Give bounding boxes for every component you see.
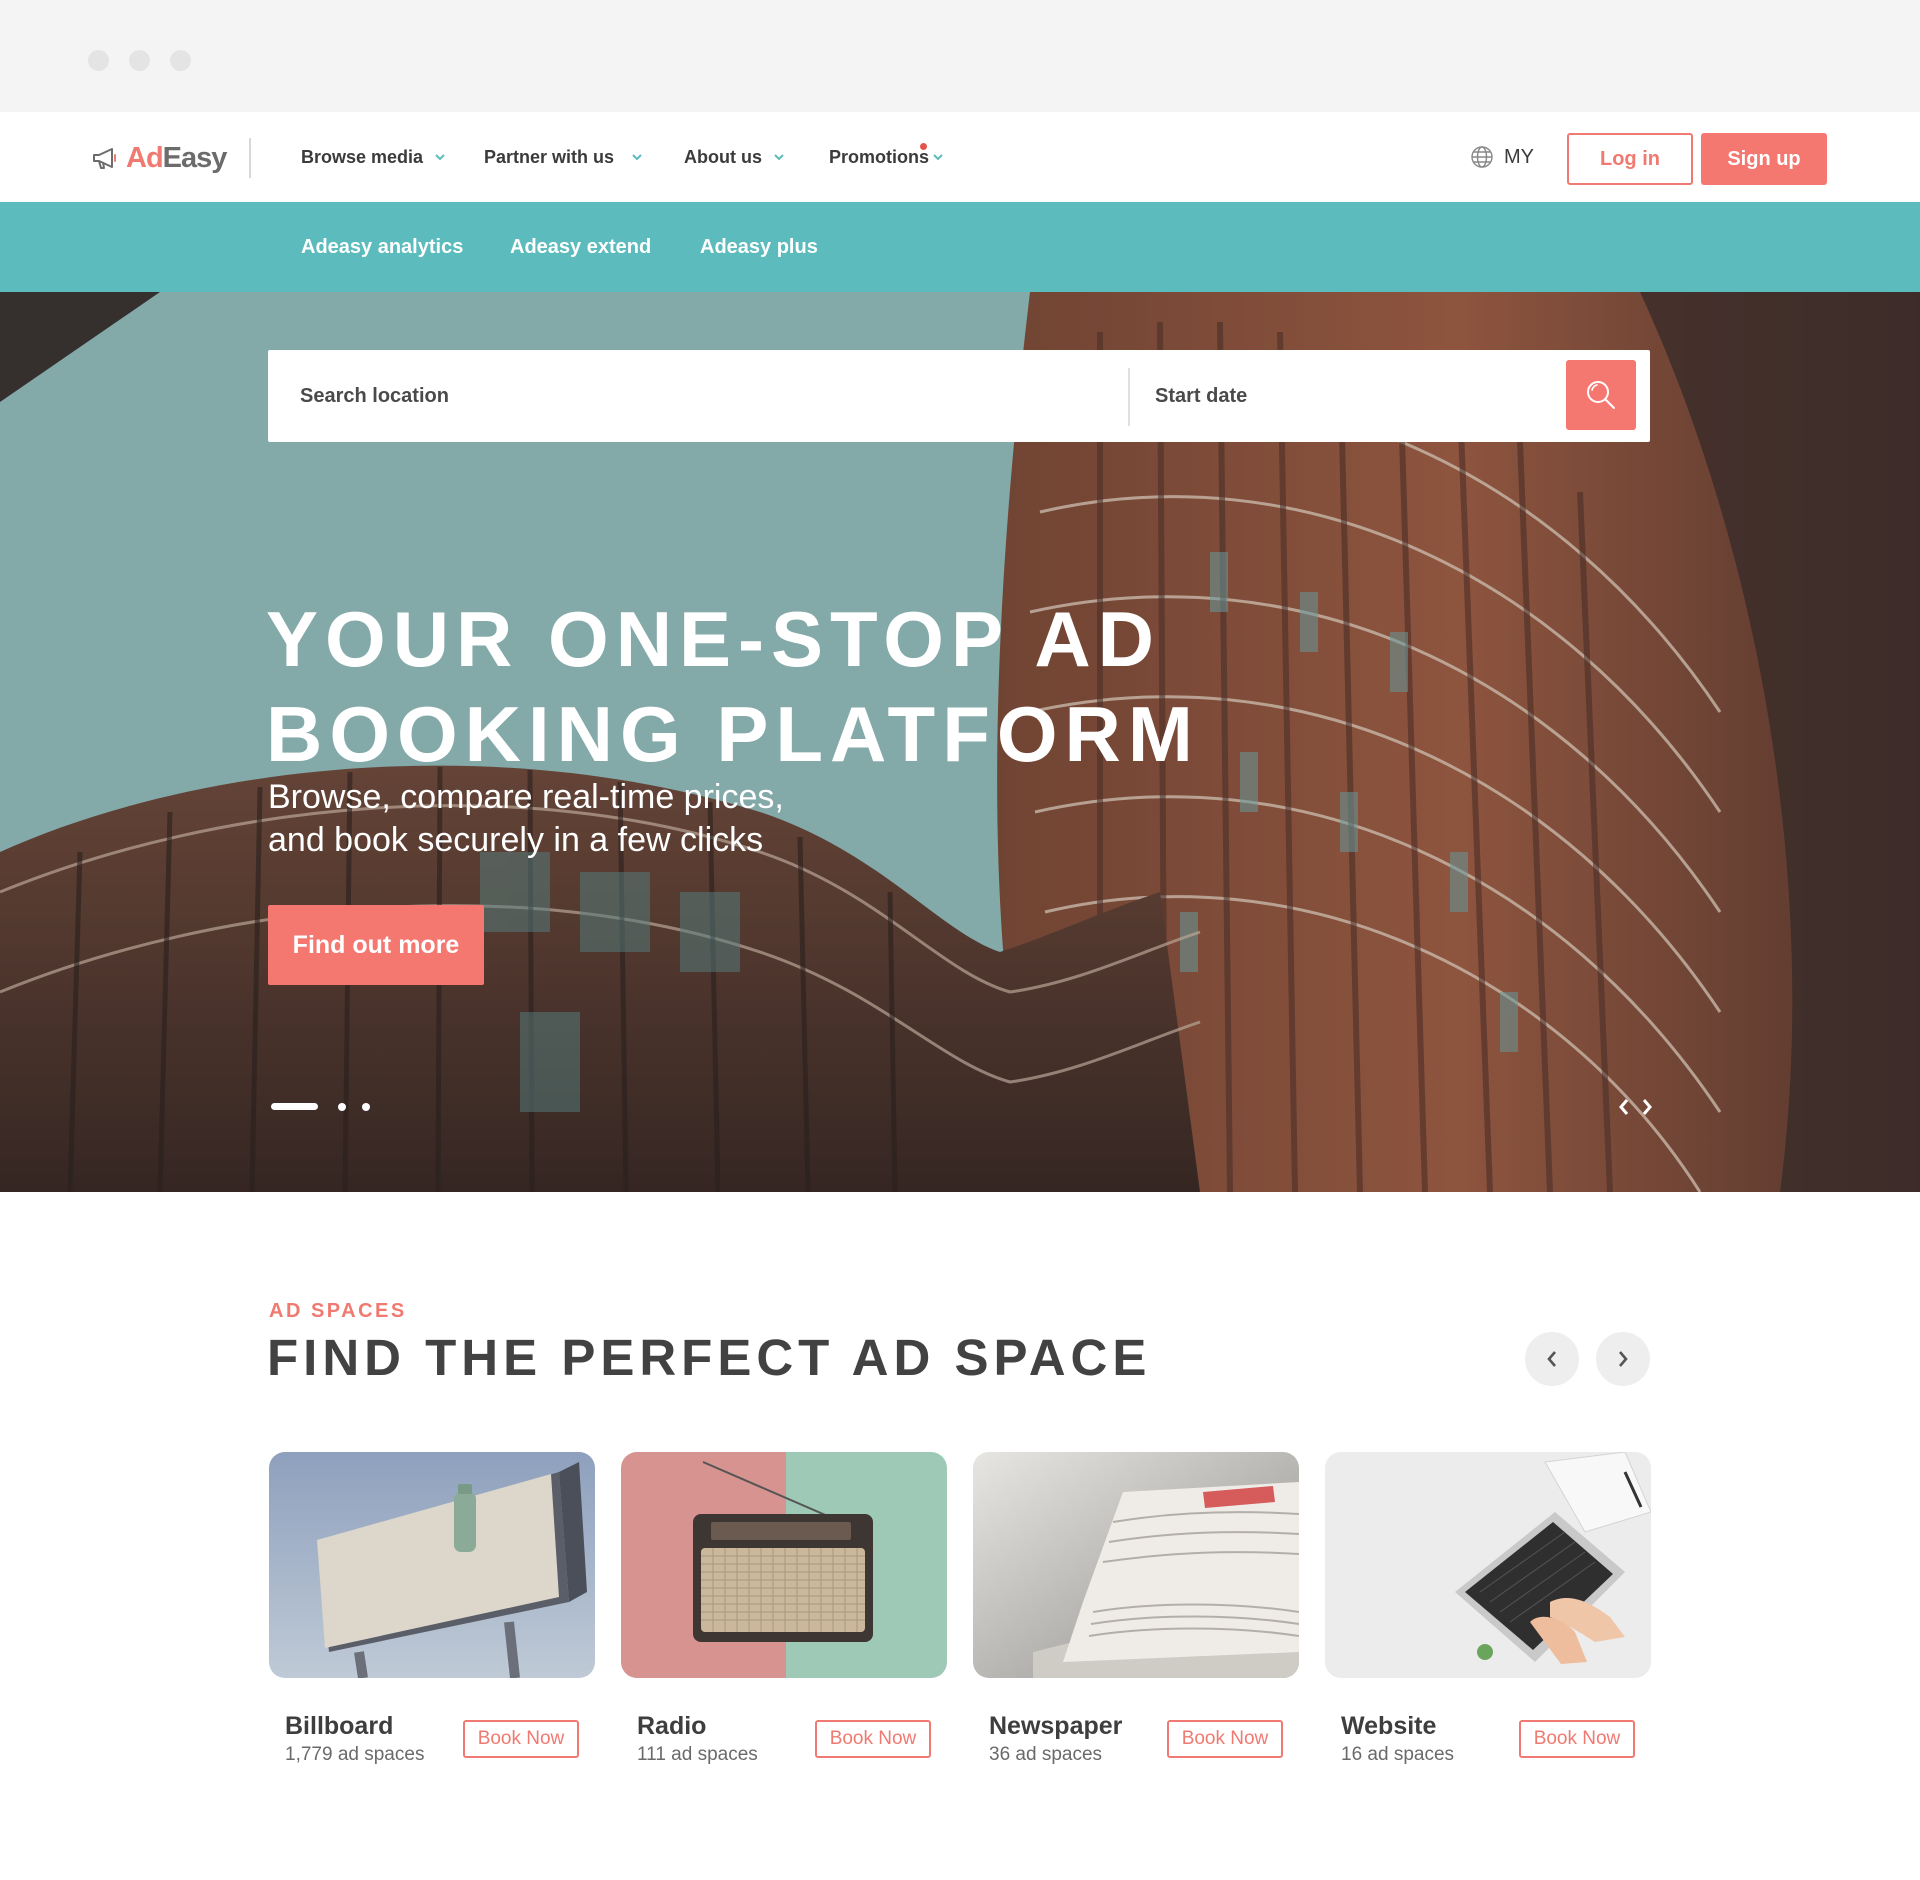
card-count: 16 ad spaces xyxy=(1341,1744,1455,1765)
search-icon xyxy=(1587,381,1615,409)
signup-button[interactable]: Sign up xyxy=(1701,133,1827,185)
section-title: FIND THE PERFECT AD SPACE xyxy=(267,1329,1152,1386)
notification-badge xyxy=(920,143,928,150)
logo[interactable]: AdEasy xyxy=(92,138,228,178)
hero-title: YOUR ONE-STOP AD BOOKING PLATFORM xyxy=(266,592,1200,782)
find-out-more-button[interactable]: Find out more xyxy=(268,905,484,985)
logo-text-easy: Easy xyxy=(162,141,228,174)
slide-indicator-2[interactable] xyxy=(338,1103,346,1111)
site-header: AdEasy Browse media Partner with us Abou… xyxy=(0,112,1920,202)
card-title: Billboard xyxy=(285,1712,394,1740)
nav-partner-with-us[interactable]: Partner with us xyxy=(484,142,642,172)
nav-promotions[interactable]: Promotions xyxy=(829,142,943,172)
ad-space-card-billboard[interactable]: Billboard 1,779 ad spaces Book Now xyxy=(269,1452,595,1765)
logo-divider xyxy=(249,138,251,178)
region-label: MY xyxy=(1504,145,1534,168)
globe-icon xyxy=(1471,146,1493,168)
login-button[interactable]: Log in xyxy=(1567,133,1693,185)
subnav-item-plus[interactable]: Adeasy plus xyxy=(700,202,818,292)
slide-indicator-active[interactable] xyxy=(271,1103,318,1110)
slide-indicator-3[interactable] xyxy=(362,1103,370,1111)
book-now-button[interactable]: Book Now xyxy=(463,1720,579,1758)
chevron-right-icon xyxy=(1642,1099,1652,1115)
chevron-down-icon xyxy=(435,153,445,160)
nav-label: Promotions xyxy=(829,146,930,167)
nav-label: Partner with us xyxy=(484,146,615,167)
window-maximize-dot[interactable] xyxy=(170,50,191,71)
search-bar: Search location Start date xyxy=(268,350,1650,442)
section-eyebrow: AD SPACES xyxy=(269,1300,407,1322)
ad-space-card-website[interactable]: Website 16 ad spaces Book Now xyxy=(1325,1452,1651,1765)
start-date-input[interactable]: Start date xyxy=(1155,350,1247,442)
chevron-right-icon xyxy=(1619,1351,1628,1367)
browser-chrome xyxy=(0,0,1920,112)
newspaper-image xyxy=(973,1452,1299,1678)
hero-next-button[interactable] xyxy=(1636,1092,1658,1122)
book-now-button[interactable]: Book Now xyxy=(1167,1720,1283,1758)
hero-banner: Search location Start date YOUR ONE-STOP… xyxy=(0,292,1920,1192)
chevron-left-icon xyxy=(1619,1099,1629,1115)
logo-text-ad: Ad xyxy=(126,141,164,174)
hero-subtitle-line-2: and book securely in a few clicks xyxy=(268,821,764,859)
chevron-down-icon xyxy=(632,153,642,160)
radio-image xyxy=(621,1452,947,1678)
hero-title-line-2: BOOKING PLATFORM xyxy=(266,690,1200,778)
region-selector[interactable]: MY xyxy=(1470,142,1534,172)
card-title: Website xyxy=(1341,1712,1437,1740)
card-count: 36 ad spaces xyxy=(989,1744,1103,1765)
search-location-input[interactable]: Search location xyxy=(300,350,449,442)
sub-navigation: Adeasy analytics Adeasy extend Adeasy pl… xyxy=(0,202,1920,292)
chevron-left-icon xyxy=(1547,1351,1556,1367)
nav-about-us[interactable]: About us xyxy=(684,142,784,172)
search-button[interactable] xyxy=(1566,360,1636,430)
book-now-button[interactable]: Book Now xyxy=(1519,1720,1635,1758)
card-count: 111 ad spaces xyxy=(637,1744,758,1765)
nav-browse-media[interactable]: Browse media xyxy=(301,142,445,172)
nav-label: About us xyxy=(684,146,762,167)
chevron-down-icon xyxy=(774,153,784,160)
book-now-button[interactable]: Book Now xyxy=(815,1720,931,1758)
carousel-prev-button[interactable] xyxy=(1525,1332,1579,1386)
laptop-image xyxy=(1325,1452,1651,1678)
hero-subtitle-line-1: Browse, compare real-time prices, xyxy=(268,778,784,816)
hero-subtitle: Browse, compare real-time prices, and bo… xyxy=(268,776,968,862)
ad-space-card-radio[interactable]: Radio 111 ad spaces Book Now xyxy=(621,1452,947,1765)
ad-space-card-newspaper[interactable]: Newspaper 36 ad spaces Book Now xyxy=(973,1452,1299,1765)
card-count: 1,779 ad spaces xyxy=(285,1744,425,1765)
hero-title-line-1: YOUR ONE-STOP AD xyxy=(266,595,1162,683)
card-title: Newspaper xyxy=(989,1712,1123,1740)
hero-prev-button[interactable] xyxy=(1613,1092,1635,1122)
billboard-image xyxy=(269,1452,595,1678)
carousel-next-button[interactable] xyxy=(1596,1332,1650,1386)
search-divider xyxy=(1128,368,1130,426)
megaphone-icon xyxy=(93,148,116,169)
card-title: Radio xyxy=(637,1712,707,1740)
chevron-down-icon xyxy=(933,153,943,160)
subnav-item-analytics[interactable]: Adeasy analytics xyxy=(301,202,463,292)
subnav-item-extend[interactable]: Adeasy extend xyxy=(510,202,651,292)
nav-label: Browse media xyxy=(301,146,424,167)
window-close-dot[interactable] xyxy=(88,50,109,71)
window-minimize-dot[interactable] xyxy=(129,50,150,71)
